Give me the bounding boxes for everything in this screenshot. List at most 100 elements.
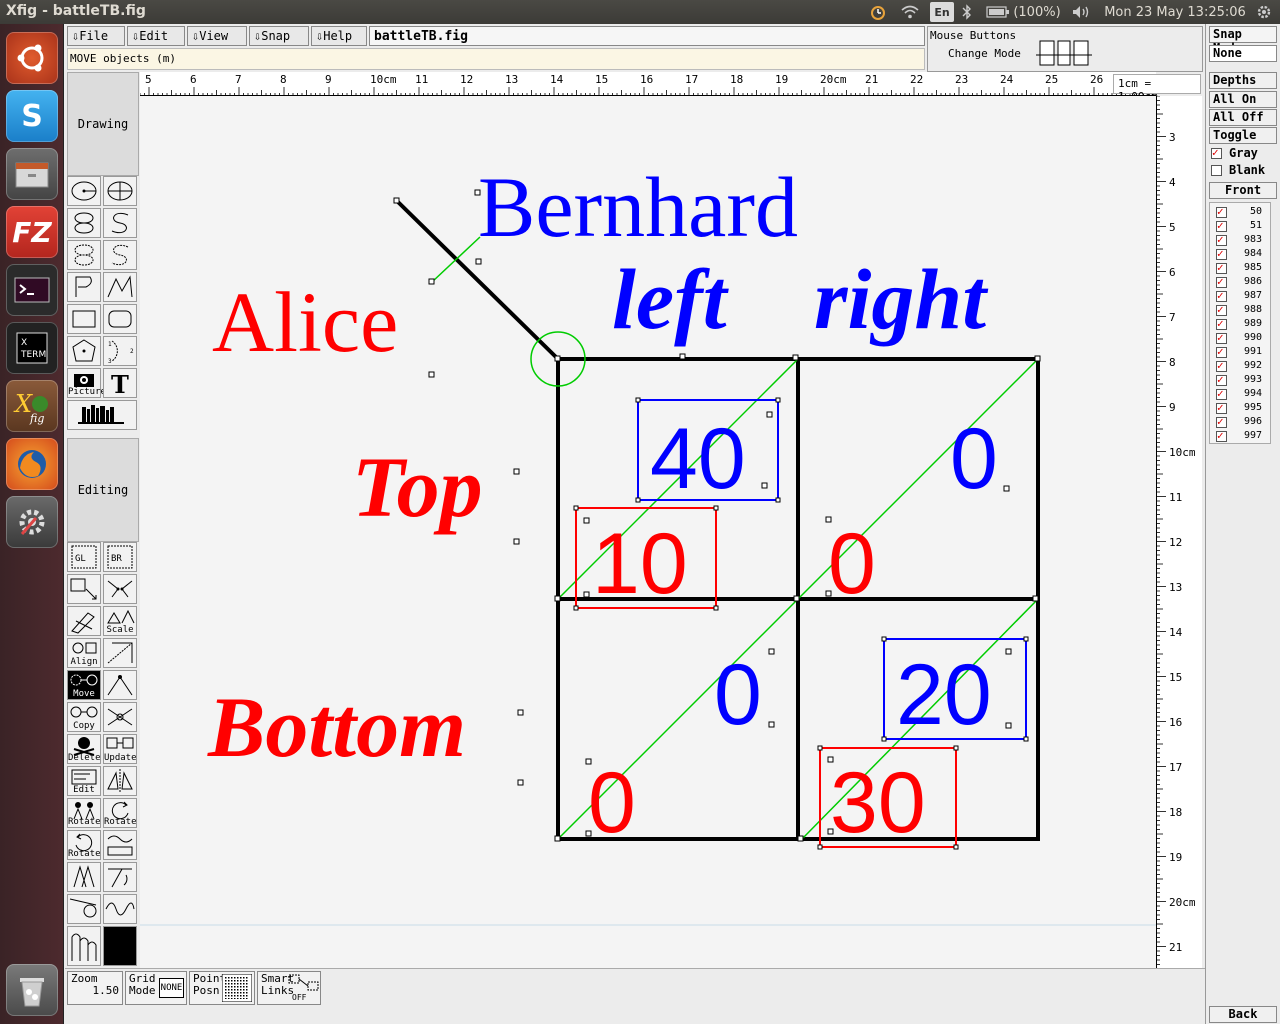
snap-mode-value[interactable]: None bbox=[1209, 45, 1277, 62]
align-tool[interactable]: Align bbox=[67, 638, 101, 668]
volume-icon[interactable] bbox=[1068, 2, 1094, 22]
depth-row[interactable]: 989 bbox=[1216, 317, 1264, 332]
blank-option[interactable]: Blank bbox=[1209, 162, 1277, 179]
battery-icon[interactable] bbox=[984, 2, 1012, 22]
depth-row[interactable]: 990 bbox=[1216, 331, 1264, 346]
depth-row[interactable]: 50 bbox=[1216, 205, 1264, 220]
toggle-button[interactable]: Toggle bbox=[1209, 127, 1277, 144]
ubuntu-home-icon[interactable] bbox=[6, 32, 58, 84]
depth-checkbox[interactable] bbox=[1216, 317, 1227, 330]
depth-row[interactable]: 983 bbox=[1216, 233, 1264, 248]
polyline-tool[interactable] bbox=[103, 272, 137, 302]
depth-row[interactable]: 993 bbox=[1216, 373, 1264, 388]
update-tool[interactable]: Update bbox=[103, 734, 137, 764]
menu-snap[interactable]: ⇩Snap bbox=[249, 26, 309, 46]
depth-checkbox[interactable] bbox=[1216, 359, 1227, 372]
grid-mode-control[interactable]: Grid Mode NONE bbox=[125, 971, 187, 1005]
depth-row[interactable]: 996 bbox=[1216, 415, 1264, 430]
payoff-top-left-blue[interactable]: 40 bbox=[650, 411, 746, 507]
flip-tool[interactable] bbox=[103, 766, 137, 796]
trash-icon[interactable] bbox=[6, 964, 58, 1016]
closed-interp-spline-tool[interactable] bbox=[67, 240, 101, 270]
firefox-icon[interactable] bbox=[6, 438, 58, 490]
open-spline-tool[interactable] bbox=[103, 208, 137, 238]
depth-checkbox[interactable] bbox=[1216, 415, 1227, 428]
circle-radius-tool[interactable] bbox=[67, 176, 101, 206]
clock[interactable]: Mon 23 May 13:25:06 bbox=[1100, 2, 1250, 22]
terminal-icon[interactable] bbox=[6, 264, 58, 316]
payoff-bottom-right-red[interactable]: 30 bbox=[830, 755, 926, 851]
depth-checkbox[interactable] bbox=[1216, 331, 1227, 344]
alarm-clock-icon[interactable] bbox=[866, 2, 890, 22]
side-ruler[interactable]: 3 4 5 6 7 8 9 10cm 11 12 13 14 15 16 17 18 19 20cm 21 bbox=[1156, 95, 1202, 968]
depth-row[interactable]: 988 bbox=[1216, 303, 1264, 318]
move-tool[interactable]: Move bbox=[67, 670, 101, 700]
skype-icon[interactable]: S bbox=[6, 90, 58, 142]
line-style-tool[interactable] bbox=[67, 926, 101, 966]
point-position-control[interactable]: Point Posn bbox=[189, 971, 255, 1005]
row-top-label[interactable]: Top bbox=[352, 439, 483, 535]
rotate-cw-tool[interactable]: Rotate bbox=[67, 798, 101, 828]
depth-list[interactable]: 50 51 983 984 985 986 987 988 989 990 991 992 993 994… bbox=[1209, 202, 1271, 444]
menu-help[interactable]: ⇩Help bbox=[311, 26, 367, 46]
payoff-top-right-blue[interactable]: 0 bbox=[950, 411, 998, 507]
session-gear-icon[interactable] bbox=[1252, 2, 1276, 22]
menu-file[interactable]: ⇩File bbox=[67, 26, 125, 46]
file-manager-icon[interactable] bbox=[6, 148, 58, 200]
smart-links-control[interactable]: Smart Links OFF bbox=[257, 971, 321, 1005]
zoom-control[interactable]: Zoom 1.50 bbox=[67, 971, 123, 1005]
circle-diameter-tool[interactable] bbox=[103, 176, 137, 206]
payoff-top-right-red[interactable]: 0 bbox=[828, 516, 876, 612]
column-right-label[interactable]: right bbox=[814, 251, 989, 347]
filezilla-icon[interactable]: FZ bbox=[6, 206, 58, 258]
library-tool[interactable] bbox=[67, 400, 137, 430]
row-bottom-label[interactable]: Bottom bbox=[207, 679, 466, 775]
depth-row[interactable]: 986 bbox=[1216, 275, 1264, 290]
depth-row[interactable]: 51 bbox=[1216, 219, 1264, 234]
glue-tool[interactable]: GL bbox=[67, 542, 101, 572]
chop-tool[interactable] bbox=[67, 606, 101, 636]
tangent-tool[interactable] bbox=[67, 894, 101, 924]
wifi-icon[interactable] bbox=[898, 2, 922, 22]
menu-view[interactable]: ⇩View bbox=[187, 26, 247, 46]
player2-name[interactable]: Bernhard bbox=[478, 159, 798, 255]
convert-tool[interactable] bbox=[103, 830, 137, 860]
depth-checkbox[interactable] bbox=[1216, 345, 1227, 358]
dimension-tool[interactable] bbox=[103, 862, 137, 892]
gray-checkbox[interactable] bbox=[1211, 146, 1222, 159]
depth-checkbox[interactable] bbox=[1216, 429, 1227, 442]
delete-tool[interactable]: Delete bbox=[67, 734, 101, 764]
column-left-label[interactable]: left bbox=[612, 251, 730, 347]
payoff-bottom-left-red[interactable]: 0 bbox=[588, 755, 636, 851]
depth-row[interactable]: 984 bbox=[1216, 247, 1264, 262]
edit-tool[interactable]: Edit bbox=[67, 766, 101, 796]
xfig-icon[interactable]: Xfig bbox=[6, 380, 58, 432]
fill-color-swatch[interactable] bbox=[103, 926, 137, 966]
depth-checkbox[interactable] bbox=[1216, 275, 1227, 288]
rotate-tool[interactable]: Rotate bbox=[67, 830, 101, 860]
system-settings-icon[interactable] bbox=[6, 496, 58, 548]
arc-box-tool[interactable] bbox=[103, 304, 137, 334]
gray-option[interactable]: Gray bbox=[1209, 145, 1277, 162]
depth-row[interactable]: 992 bbox=[1216, 359, 1264, 374]
spline-edit-tool[interactable] bbox=[103, 894, 137, 924]
bluetooth-icon[interactable] bbox=[958, 2, 976, 22]
open-compound-tool[interactable] bbox=[67, 574, 101, 604]
depth-checkbox[interactable] bbox=[1216, 373, 1227, 386]
depth-checkbox[interactable] bbox=[1216, 387, 1227, 400]
depth-checkbox[interactable] bbox=[1216, 233, 1227, 246]
depth-row[interactable]: 991 bbox=[1216, 345, 1264, 360]
keyboard-layout-indicator[interactable]: En bbox=[930, 2, 954, 22]
anchor-tool[interactable] bbox=[67, 862, 101, 892]
all-off-button[interactable]: All Off bbox=[1209, 109, 1277, 126]
closed-spline-tool[interactable] bbox=[67, 208, 101, 238]
payoff-top-left-red[interactable]: 10 bbox=[592, 516, 688, 612]
break-tool[interactable]: BR bbox=[103, 542, 137, 572]
depth-row[interactable]: 987 bbox=[1216, 289, 1264, 304]
menu-edit[interactable]: ⇩Edit bbox=[127, 26, 185, 46]
move-point-tool[interactable] bbox=[103, 638, 137, 668]
polygon-tool[interactable] bbox=[67, 272, 101, 302]
rotate-ccw-tool[interactable]: Rotate bbox=[103, 798, 137, 828]
depth-row[interactable]: 995 bbox=[1216, 401, 1264, 416]
blank-checkbox[interactable] bbox=[1211, 165, 1222, 176]
